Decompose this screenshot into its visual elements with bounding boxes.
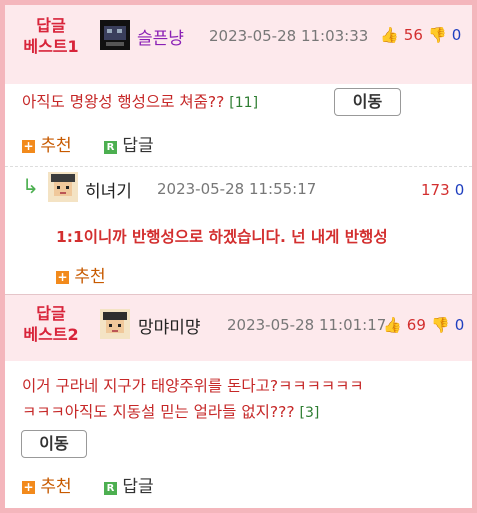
divider bbox=[5, 166, 472, 167]
upvote-count: 56 bbox=[403, 26, 423, 44]
reply-label: 답글 bbox=[122, 136, 154, 156]
reply-r-icon: R bbox=[104, 141, 117, 154]
upvote-count[interactable]: 173 bbox=[421, 181, 450, 199]
recommend-label: 추천 bbox=[40, 477, 72, 497]
plus-icon: + bbox=[22, 139, 35, 153]
avatar[interactable] bbox=[48, 172, 78, 202]
avatar[interactable] bbox=[100, 20, 130, 50]
reply-button[interactable]: R 답글 bbox=[104, 131, 154, 156]
plus-icon: + bbox=[22, 480, 35, 494]
plus-icon: + bbox=[56, 270, 69, 284]
vote-counts: 👍 56 👎 0 bbox=[380, 25, 461, 44]
recommend-button[interactable]: + 추천 bbox=[22, 131, 72, 156]
timestamp: 2023-05-28 11:55:17 bbox=[157, 180, 317, 198]
upvote-count: 69 bbox=[406, 316, 426, 334]
move-button[interactable]: 이동 bbox=[21, 430, 87, 458]
thumbs-up-icon[interactable]: 👍 bbox=[380, 26, 399, 44]
nickname[interactable]: 히녀기 bbox=[85, 177, 132, 202]
recommend-button[interactable]: + 추천 bbox=[56, 262, 106, 287]
downvote-count: 0 bbox=[454, 316, 465, 334]
avatar-image bbox=[48, 172, 78, 202]
comment-body: 아직도 명왕성 행성으로 쳐줌?? bbox=[22, 93, 225, 111]
avatar-image bbox=[100, 20, 130, 50]
comment-body-line2: ㅋㅋㅋ아직도 지동설 믿는 얼라들 없지??? bbox=[22, 403, 295, 421]
avatar-image bbox=[100, 309, 130, 339]
badge-line1: 답글 bbox=[36, 304, 66, 323]
thumbs-down-icon[interactable]: 👎 bbox=[428, 26, 447, 44]
comment-text: 이거 구라네 지구가 태양주위를 돈다고?ㅋㅋㅋㅋㅋㅋ ㅋㅋㅋ아직도 지동설 믿… bbox=[22, 373, 462, 426]
reply-label: 답글 bbox=[122, 477, 154, 497]
reply-r-icon: R bbox=[104, 482, 117, 495]
badge-line2: 베스트1 bbox=[23, 37, 79, 56]
thumbs-down-icon[interactable]: 👎 bbox=[431, 316, 450, 334]
avatar[interactable] bbox=[100, 309, 130, 339]
recommend-button[interactable]: + 추천 bbox=[22, 472, 72, 497]
best-badge: 답글 베스트2 bbox=[18, 303, 84, 345]
reply-count[interactable]: [11] bbox=[229, 95, 258, 111]
thumbs-up-icon[interactable]: 👍 bbox=[383, 316, 402, 334]
nickname[interactable]: 망먀미먕 bbox=[138, 313, 201, 338]
comment-body-line1: 이거 구라네 지구가 태양주위를 돈다고?ㅋㅋㅋㅋㅋㅋ bbox=[22, 377, 364, 395]
reply-button[interactable]: R 답글 bbox=[104, 472, 154, 497]
reply-count[interactable]: [3] bbox=[300, 405, 320, 421]
timestamp: 2023-05-28 11:03:33 bbox=[209, 27, 369, 45]
timestamp: 2023-05-28 11:01:17 bbox=[227, 316, 387, 334]
move-button[interactable]: 이동 bbox=[334, 88, 401, 116]
nickname[interactable]: 슬픈냥 bbox=[137, 24, 184, 49]
recommend-label: 추천 bbox=[40, 136, 72, 156]
vote-counts: 173 0 bbox=[421, 180, 464, 199]
recommend-label: 추천 bbox=[74, 267, 106, 287]
best-badge: 답글 베스트1 bbox=[18, 15, 84, 57]
reply-arrow-icon: ↳ bbox=[22, 174, 39, 198]
downvote-count[interactable]: 0 bbox=[455, 181, 465, 199]
downvote-count: 0 bbox=[451, 26, 462, 44]
badge-line1: 답글 bbox=[36, 16, 66, 35]
vote-counts: 👍 69 👎 0 bbox=[383, 315, 464, 334]
comment-text: 아직도 명왕성 행성으로 쳐줌?? [11] bbox=[22, 89, 258, 116]
comment-body: 1:1이니까 반행성으로 하겠습니다. 넌 내게 반행성 bbox=[56, 228, 388, 246]
badge-line2: 베스트2 bbox=[23, 325, 79, 344]
